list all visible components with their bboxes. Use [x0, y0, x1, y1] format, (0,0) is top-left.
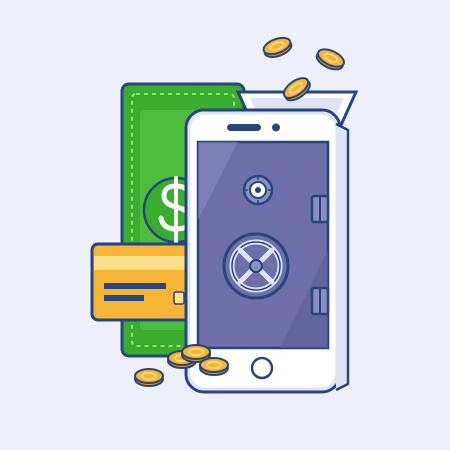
credit-card-icon	[90, 242, 194, 322]
illustration-svg	[90, 33, 359, 394]
coin-icon	[260, 33, 295, 62]
vault-handle-icon	[222, 232, 290, 300]
coin-icon	[199, 357, 229, 376]
coin-icon	[313, 44, 348, 74]
vault-door-icon	[196, 140, 330, 350]
coin-icon	[134, 368, 164, 387]
combination-dial-icon	[242, 174, 274, 206]
illustration-canvas	[0, 0, 450, 450]
